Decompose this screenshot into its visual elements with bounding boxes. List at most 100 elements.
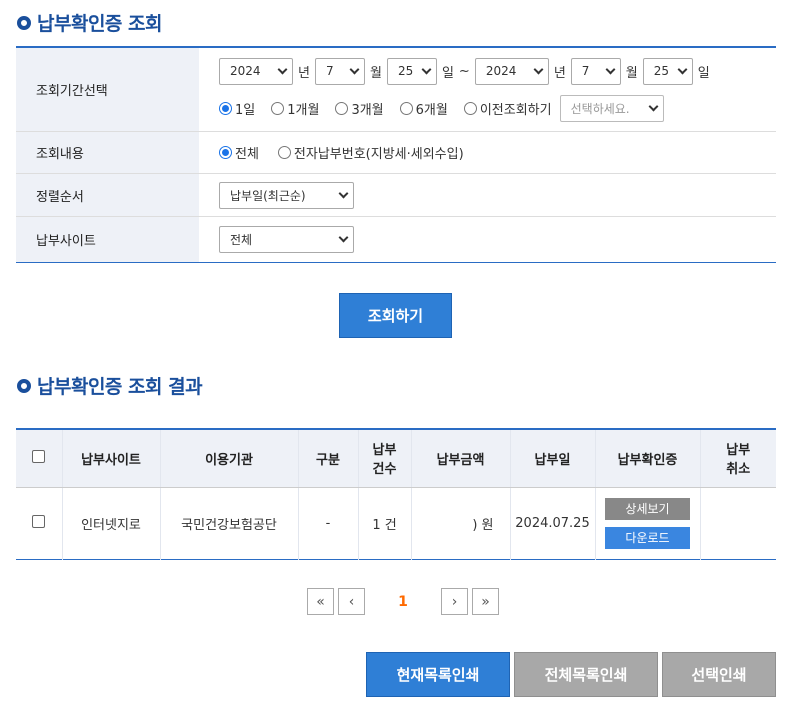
row-cert-cell: 상세보기 다운로드 [595,487,701,559]
to-month-unit: 월 [625,65,638,81]
header-org: 이용기관 [160,429,299,488]
range-separator: ~ [458,63,470,79]
sort-select[interactable]: 납부일(최근순) [219,181,354,209]
row-checkbox[interactable] [32,514,46,528]
search-title-text: 납부확인증 조회 [37,13,162,35]
radio-icon [463,101,477,115]
chevron-down-icon [605,64,616,74]
download-button[interactable]: 다운로드 [605,526,690,549]
header-count-line1: 납부 [372,443,397,459]
period-radio-1day[interactable]: 1일 [219,99,255,118]
period-radio-3month[interactable]: 3개월 [335,99,384,118]
sort-value: 납부일(최근순) [230,188,306,203]
header-cancel: 납부취소 [700,429,776,488]
row-type: - [298,487,359,559]
to-day-select[interactable]: 25 [642,57,693,85]
header-count: 납부건수 [358,429,412,488]
chevron-down-icon [677,64,688,74]
to-year-unit: 년 [553,65,566,81]
from-month-value: 7 [325,64,334,78]
from-year-select[interactable]: 2024 [219,57,293,85]
result-table: 납부사이트 이용기관 구분 납부 건수 납부금액 납부일 납부확인증 납부 취소 인… [16,428,776,560]
row-select-cell [16,487,63,559]
period-row: 조회기간선택 2024 년 7 월 25 일 ~ 2024 년 7 월 25 일… [16,48,776,132]
period-quick-options: 1일 1개월 3개월 6개월 이전조회하기 선택하세요. [219,94,776,122]
select-all-checkbox[interactable] [32,449,46,463]
site-label: 납부사이트 [16,217,199,262]
radio-icon [271,101,285,115]
next-page-button[interactable]: › [441,588,468,615]
detail-view-button[interactable]: 상세보기 [605,497,690,520]
date-range: 2024 년 7 월 25 일 ~ 2024 년 7 월 25 일 [219,57,776,85]
first-page-button[interactable]: « [307,588,334,615]
row-site: 인터넷지로 [62,487,161,559]
content-row: 조회내용 전체 전자납부번호(지방세·세외수입) [16,132,776,174]
current-page-number[interactable]: 1 [365,594,441,610]
from-day-select[interactable]: 25 [386,57,437,85]
header-amount: 납부금액 [411,429,511,488]
header-site: 납부사이트 [62,429,161,488]
sort-label: 정렬순서 [16,174,199,216]
row-org: 국민건강보험공단 [160,487,299,559]
content-radio-all[interactable]: 전체 [219,143,259,162]
to-day-unit: 일 [697,65,710,81]
to-month-value: 7 [581,64,590,78]
sort-row: 정렬순서 납부일(최근순) [16,174,776,217]
from-day-value: 25 [397,64,414,78]
from-day-unit: 일 [441,65,454,81]
content-radio-label: 전자납부번호(지방세·세외수입) [293,147,464,162]
prev-page-button[interactable]: ‹ [338,588,365,615]
site-cell: 전체 [199,217,776,262]
content-radio-epay[interactable]: 전자납부번호(지방세·세외수입) [277,143,464,162]
period-radio-label: 6개월 [415,102,448,118]
content-radio-label: 전체 [235,147,259,162]
search-button[interactable]: 조회하기 [339,293,452,338]
content-label: 조회내용 [16,132,199,173]
period-radio-6month[interactable]: 6개월 [399,99,448,118]
period-cell: 2024 년 7 월 25 일 ~ 2024 년 7 월 25 일 1일 1개월… [199,48,776,131]
chevron-down-icon [648,101,659,111]
site-select[interactable]: 전체 [219,226,354,253]
row-date: 2024.07.25 [510,487,596,559]
period-radio-label: 3개월 [351,102,384,118]
period-radio-1month[interactable]: 1개월 [271,99,319,118]
to-year-select[interactable]: 2024 [474,57,549,85]
search-form: 조회기간선택 2024 년 7 월 25 일 ~ 2024 년 7 월 25 일… [16,46,776,263]
row-cancel [700,487,776,559]
to-day-value: 25 [653,64,670,78]
header-type: 구분 [298,429,359,488]
period-radio-label: 1일 [235,102,256,118]
radio-selected-icon [219,101,232,115]
print-all-list-button[interactable]: 전체목록인쇄 [514,652,658,697]
previous-period-select[interactable]: 선택하세요. [559,94,664,122]
period-radio-previous[interactable]: 이전조회하기 [463,99,552,118]
row-count: 1 건 [358,487,412,559]
period-label: 조회기간선택 [16,48,199,131]
table-header-row: 납부사이트 이용기관 구분 납부 건수 납부금액 납부일 납부확인증 납부 취소 [16,429,776,488]
print-selected-button[interactable]: 선택인쇄 [662,652,776,697]
header-cancel-line1: 납부 [726,443,751,459]
from-month-unit: 월 [369,65,382,81]
chevron-down-icon [349,64,360,74]
to-month-select[interactable]: 7 [570,57,621,85]
from-month-select[interactable]: 7 [314,57,365,85]
print-current-list-button[interactable]: 현재목록인쇄 [366,652,510,697]
last-page-button[interactable]: » [472,588,499,615]
header-count-line2: 건수 [372,462,397,478]
content-options: 전체 전자납부번호(지방세·세외수입) [219,143,776,162]
section-bullet-icon [17,15,31,30]
header-select-all [16,429,63,488]
to-year-value: 2024 [485,64,517,78]
search-section-title: 납부확인증 조회 [17,9,162,36]
site-value: 전체 [230,233,253,247]
header-cancel-line2: 취소 [726,462,751,478]
radio-icon [277,146,291,159]
site-row: 납부사이트 전체 [16,217,776,262]
radio-selected-icon [219,146,232,159]
pagination: « ‹ 1 › » [307,588,499,615]
radio-icon [335,101,349,115]
from-year-unit: 년 [298,65,310,81]
chevron-down-icon [421,64,432,74]
row-amount: ) 원 [411,487,511,559]
previous-select-placeholder: 선택하세요. [570,101,630,116]
